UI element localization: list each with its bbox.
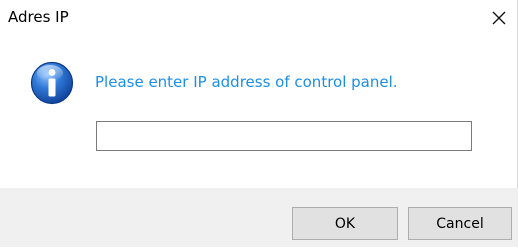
close-button[interactable] — [487, 6, 511, 30]
ip-address-dialog: Adres IP Please enter IP address of cont… — [0, 0, 518, 247]
close-icon — [492, 11, 506, 25]
ip-address-input[interactable] — [96, 121, 472, 151]
cancel-button[interactable]: Cancel — [408, 207, 512, 240]
dialog-title: Adres IP — [8, 8, 69, 26]
info-icon — [30, 61, 74, 105]
ok-button[interactable]: OK — [292, 207, 398, 240]
dialog-message: Please enter IP address of control panel… — [95, 73, 398, 91]
